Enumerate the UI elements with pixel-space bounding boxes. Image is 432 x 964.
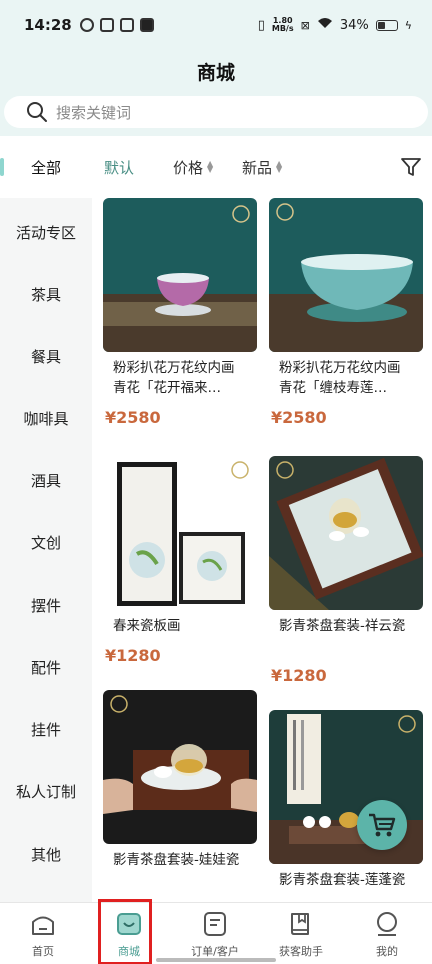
category-item[interactable]: 茶具 [0,284,92,305]
battery-icon [375,19,398,31]
vibrate-icon: ▯ [257,17,265,33]
product-price: ¥1280 [271,666,327,685]
nav-assistant-label: 获客助手 [279,945,323,958]
sort-default-label: 默认 [104,158,135,177]
category-sidebar: 活动专区 茶具 餐具 咖啡具 酒具 文创 摆件 配件 挂件 私人订制 其他 [0,198,92,902]
category-item[interactable]: 挂件 [0,719,92,740]
header: 14:28 ▯ 1.80 MB/s ⊠ 34% ϟ 商城 搜索关键词 [0,0,432,136]
cart-icon [369,813,396,837]
nav-home[interactable]: 首页 [0,903,86,964]
product-name: 影青茶盘套装-祥云瓷 [279,618,406,634]
product-image [103,456,257,610]
category-item[interactable]: 配件 [0,657,92,678]
sim-icon: ⊠ [300,18,310,32]
product-name: 粉彩扒花万花纹内画青花「缠枝寿莲… [279,360,401,396]
product-name: 影青茶盘套装-娃娃瓷 [113,852,240,868]
sort-arrows-icon: ▲ ▼ [276,159,283,174]
tiktok-notification-icon [139,18,154,32]
search-icon [27,102,47,122]
cart-button[interactable] [357,800,407,850]
sort-price-label: 价格 [173,158,204,177]
filter-icon[interactable] [400,156,422,178]
app-notification-icon [79,18,94,32]
wifi-icon [317,17,333,33]
product-card[interactable]: 影青茶盘套装-娃娃瓷 [103,690,257,890]
product-image [269,456,423,610]
nav-orders-label: 订单/客户 [191,945,239,958]
product-price: ¥2580 [271,408,327,427]
product-price: ¥1280 [105,646,161,665]
app-notification-icon [99,18,114,32]
status-bar: 14:28 ▯ 1.80 MB/s ⊠ 34% ϟ [0,0,432,50]
network-speed: 1.80 MB/s [271,16,294,33]
product-card[interactable]: 粉彩扒花万花纹内画青花「缠枝寿莲… ¥2580 [269,198,423,427]
selection-highlight [98,899,152,964]
nav-home-label: 首页 [32,945,54,958]
status-time: 14:28 [24,16,72,34]
sort-new-label: 新品 [242,158,273,177]
bottom-nav: 首页 商城 订单/客户 获客助手 我的 [0,902,432,964]
nav-profile-label: 我的 [376,945,398,958]
status-right: ▯ 1.80 MB/s ⊠ 34% ϟ [258,17,412,33]
book-icon [291,913,309,935]
sort-arrows-icon: ▲ ▼ [207,159,214,174]
product-image [269,198,423,352]
product-card[interactable]: 春来瓷板画 ¥1280 [103,456,257,665]
category-item[interactable]: 餐具 [0,346,92,367]
product-name: 影青茶盘套装-莲蓬瓷 [279,872,406,888]
product-name: 粉彩扒花万花纹内画青花「花开福来… [113,360,235,396]
sort-default[interactable]: 默认 [104,136,134,198]
product-card[interactable]: 影青茶盘套装-莲蓬瓷 [269,710,423,902]
battery-percent: 34% [339,17,369,33]
category-all-label: 全部 [30,158,61,177]
category-item[interactable]: 活动专区 [0,222,92,243]
profile-icon [377,912,397,936]
search-input[interactable]: 搜索关键词 [4,96,428,128]
sort-new[interactable]: 新品 ▲ ▼ [242,136,282,198]
product-card[interactable]: 影青茶盘套装-祥云瓷 ¥1280 [269,456,423,685]
category-item[interactable]: 酒具 [0,470,92,491]
category-item[interactable]: 文创 [0,532,92,553]
home-icon [32,916,54,935]
search-placeholder: 搜索关键词 [56,103,132,122]
category-all-tab[interactable]: 全部 [0,136,92,198]
category-item[interactable]: 咖啡具 [0,408,92,429]
nav-orders[interactable]: 订单/客户 [172,903,258,964]
active-indicator [0,158,4,176]
order-icon [204,912,226,936]
product-grid: 粉彩扒花万花纹内画青花「花开福来… ¥2580 粉彩扒花万花纹内画青花「缠枝寿莲… [92,198,432,902]
product-image [103,198,257,352]
charging-icon: ϟ [404,18,412,32]
page-title: 商城 [196,62,235,84]
sort-price[interactable]: 价格 ▲ ▼ [173,136,213,198]
category-item[interactable]: 其他 [0,844,92,865]
product-card[interactable]: 粉彩扒花万花纹内画青花「花开福来… ¥2580 [103,198,257,427]
product-image [103,690,257,844]
category-item[interactable]: 摆件 [0,595,92,616]
home-indicator [156,958,276,962]
nav-profile[interactable]: 我的 [344,903,430,964]
nav-assistant[interactable]: 获客助手 [258,903,344,964]
filter-bar: 全部 默认 价格 ▲ ▼ 新品 ▲ ▼ [0,136,432,198]
app-notification-icon [119,18,134,32]
category-item[interactable]: 私人订制 [0,781,92,802]
product-price: ¥2580 [105,408,161,427]
